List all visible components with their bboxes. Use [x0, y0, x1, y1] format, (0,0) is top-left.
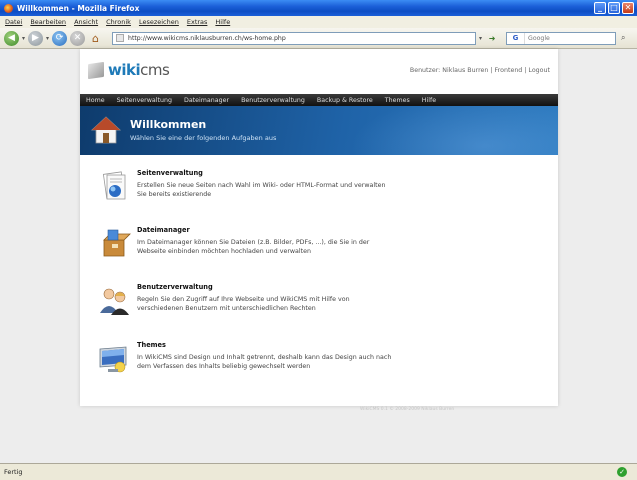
back-button[interactable]: ◀ [4, 30, 19, 46]
menu-hilfe[interactable]: Hilfe [215, 18, 230, 26]
task-description: Erstellen Sie neue Seiten nach Wahl im W… [137, 182, 386, 198]
task-themes[interactable]: Themes In WikiCMS sind Design und Inhalt… [80, 339, 558, 393]
task-benutzerverwaltung[interactable]: Benutzerverwaltung Regeln Sie den Zugrif… [80, 281, 558, 335]
url-bar[interactable]: http://www.wikicms.niklausburren.ch/ws-h… [112, 31, 477, 45]
task-dateimanager[interactable]: Dateimanager Im Dateimanager können Sie … [80, 224, 558, 278]
nav-benutzerverwaltung[interactable]: Benutzerverwaltung [241, 97, 305, 104]
forward-history-dropdown-icon[interactable]: ▾ [46, 35, 49, 42]
logo-cube-icon [86, 60, 106, 80]
reload-button[interactable]: ⟳ [52, 30, 68, 46]
nav-seitenverwaltung[interactable]: Seitenverwaltung [117, 97, 172, 104]
logo-prefix: wiki [108, 61, 141, 79]
menu-extras[interactable]: Extras [187, 18, 208, 26]
maximize-button[interactable]: □ [608, 2, 620, 14]
nav-hilfe[interactable]: Hilfe [422, 97, 436, 104]
home-button[interactable]: ⌂ [88, 31, 103, 46]
nav-home[interactable]: Home [86, 97, 105, 104]
banner-subtitle: Wählen Sie eine der folgenden Aufgaben a… [130, 134, 277, 142]
search-magnifier-icon[interactable]: ⌕ [621, 33, 625, 43]
menu-ansicht[interactable]: Ansicht [74, 18, 98, 26]
menu-lesezeichen[interactable]: Lesezeichen [139, 18, 179, 26]
users-icon [100, 288, 129, 315]
minimize-button[interactable]: _ [594, 2, 606, 14]
logo-suffix: cms [140, 61, 170, 79]
status-ok-icon: ✓ [617, 467, 627, 477]
forward-button[interactable]: ▶ [28, 30, 44, 46]
back-history-dropdown-icon[interactable]: ▾ [22, 35, 25, 42]
site-nav: Home Seitenverwaltung Dateimanager Benut… [80, 94, 558, 106]
url-text: http://www.wikicms.niklausburren.ch/ws-h… [128, 34, 286, 42]
box-icon [103, 229, 131, 257]
search-engine-icon[interactable]: G [507, 32, 526, 44]
close-button[interactable]: ✕ [622, 2, 634, 14]
nav-dateimanager[interactable]: Dateimanager [184, 97, 229, 104]
window-title: Willkommen - Mozilla Firefox [17, 3, 140, 13]
task-title[interactable]: Themes [137, 341, 166, 349]
navigation-toolbar: ◀ ▾ ▶ ▾ ⟳ ✕ ⌂ http://www.wikicms.niklaus… [0, 28, 637, 49]
window-titlebar: Willkommen - Mozilla Firefox _ □ ✕ [0, 0, 637, 16]
task-description: Im Dateimanager können Sie Dateien (z.B.… [137, 239, 370, 255]
wikicms-page: wikicms Benutzer: Niklaus Burren | Front… [80, 49, 558, 406]
firefox-icon [4, 3, 13, 13]
task-description: Regeln Sie den Zugriff auf Ihre Webseite… [137, 296, 350, 312]
menu-bar: Datei Bearbeiten Ansicht Chronik Lesezei… [0, 16, 637, 28]
go-button[interactable]: ➜ [485, 32, 499, 45]
user-info[interactable]: Benutzer: Niklaus Burren | Frontend | Lo… [410, 67, 550, 74]
footer-note: WikiCMS 0.1 © 2008-2009 Niklaus Burren [360, 407, 455, 412]
wikicms-logo[interactable]: wikicms [86, 60, 170, 80]
menu-chronik[interactable]: Chronik [106, 18, 131, 26]
status-text: Fertig [4, 468, 23, 476]
menu-datei[interactable]: Datei [5, 18, 22, 26]
stop-button[interactable]: ✕ [70, 30, 86, 46]
nav-themes[interactable]: Themes [385, 97, 410, 104]
page-icon [116, 34, 125, 42]
browser-viewport: wikicms Benutzer: Niklaus Burren | Front… [0, 49, 637, 463]
house-icon [90, 116, 122, 144]
pages-icon [102, 171, 126, 200]
nav-backup-restore[interactable]: Backup & Restore [317, 97, 373, 104]
task-title[interactable]: Benutzerverwaltung [137, 283, 213, 291]
banner-title: Willkommen [130, 118, 207, 131]
welcome-banner: Willkommen Wählen Sie eine der folgenden… [80, 106, 558, 155]
menu-bearbeiten[interactable]: Bearbeiten [30, 18, 66, 26]
search-box: G [506, 31, 617, 45]
task-title[interactable]: Dateimanager [137, 226, 190, 234]
url-dropdown-icon[interactable]: ▾ [479, 35, 482, 42]
task-title[interactable]: Seitenverwaltung [137, 169, 203, 177]
monitor-icon [99, 346, 127, 373]
window-controls: _ □ ✕ [594, 2, 634, 14]
site-header: wikicms Benutzer: Niklaus Burren | Front… [80, 49, 558, 94]
task-seitenverwaltung[interactable]: Seitenverwaltung Erstellen Sie neue Seit… [80, 167, 558, 221]
task-description: In WikiCMS sind Design und Inhalt getren… [137, 354, 392, 370]
search-input[interactable] [525, 34, 606, 42]
status-bar: Fertig ✓ [0, 463, 637, 480]
